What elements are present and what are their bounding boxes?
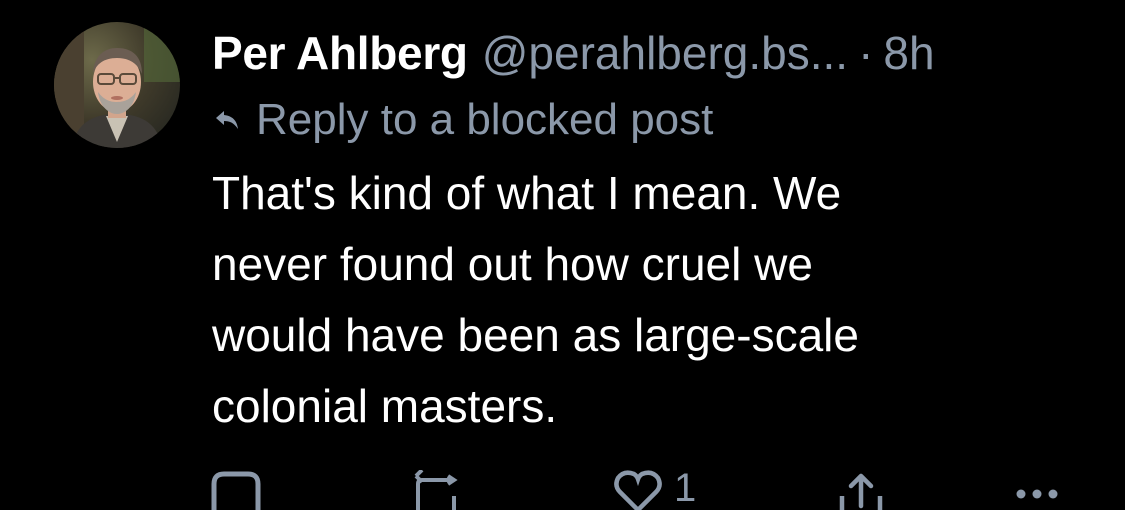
like-button[interactable]: 1 — [612, 466, 697, 510]
post-body-line: colonial masters. — [212, 380, 558, 432]
post-action-bar: 1 — [0, 466, 1125, 510]
more-options-icon — [1016, 489, 1058, 499]
author-avatar[interactable] — [54, 22, 180, 148]
share-icon — [839, 473, 883, 510]
post-body: That's kind of what I mean. We never fou… — [212, 158, 1062, 442]
reply-arrow-icon — [216, 111, 238, 129]
repost-icon — [414, 470, 458, 510]
post-body-line: That's kind of what I mean. We — [212, 167, 842, 219]
author-display-name[interactable]: Per Ahlberg — [212, 22, 468, 84]
post-card[interactable]: Per Ahlberg @perahlberg.bs... · 8h Reply… — [0, 0, 1125, 510]
header-separator: · — [858, 27, 874, 79]
repost-button[interactable] — [412, 470, 460, 510]
post-header: Per Ahlberg @perahlberg.bs... · 8h — [212, 22, 1102, 84]
post-timestamp[interactable]: 8h — [883, 22, 934, 84]
author-handle[interactable]: @perahlberg.bs... — [482, 22, 848, 84]
reply-context-label: Reply to a blocked post — [256, 95, 714, 144]
reply-context[interactable]: Reply to a blocked post — [212, 94, 1102, 146]
heart-icon — [614, 470, 662, 510]
like-count: 1 — [674, 466, 697, 510]
share-button[interactable] — [838, 470, 884, 510]
post-body-line: would have been as large-scale — [212, 309, 859, 361]
comment-icon — [211, 471, 261, 510]
post-body-line: never found out how cruel we — [212, 238, 813, 290]
post-content: Per Ahlberg @perahlberg.bs... · 8h Reply… — [212, 22, 1102, 442]
avatar-photo — [54, 22, 180, 148]
reply-button[interactable] — [210, 470, 262, 510]
more-options-button[interactable] — [1012, 470, 1062, 510]
